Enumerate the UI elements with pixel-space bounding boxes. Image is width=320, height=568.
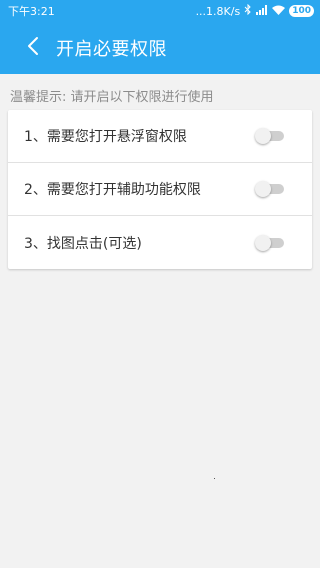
permission-label: 1、需要您打开悬浮窗权限: [24, 129, 187, 145]
stray-dot: [214, 478, 215, 479]
permission-row-find-image[interactable]: 3、找图点击(可选): [8, 216, 312, 269]
accessibility-permission-toggle[interactable]: [255, 181, 284, 197]
permission-row-overlay[interactable]: 1、需要您打开悬浮窗权限: [8, 110, 312, 163]
wifi-icon: [272, 5, 286, 18]
app-bar: 开启必要权限: [0, 22, 320, 74]
status-icons: ...1.8K/s 100: [195, 3, 314, 18]
status-time: 下午3:21: [8, 5, 55, 18]
toggle-knob: [255, 128, 271, 144]
app-screen: 下午3:21 ...1.8K/s 100 开启必要权限 温馨提示: 请开启以下权…: [0, 0, 320, 568]
back-button[interactable]: [18, 33, 48, 63]
permission-label: 2、需要您打开辅助功能权限: [24, 182, 201, 198]
battery-indicator: 100: [289, 5, 314, 17]
bluetooth-icon: [244, 3, 252, 18]
toggle-knob: [255, 234, 271, 251]
status-bar: 下午3:21 ...1.8K/s 100: [0, 0, 320, 22]
chevron-left-icon: [27, 36, 39, 60]
overlay-permission-toggle[interactable]: [255, 128, 284, 144]
network-speed: ...1.8K/s: [195, 4, 241, 18]
hint-text: 温馨提示: 请开启以下权限进行使用: [10, 90, 214, 105]
permissions-card: 1、需要您打开悬浮窗权限 2、需要您打开辅助功能权限 3、找图点击(可选): [8, 110, 312, 269]
find-image-click-toggle[interactable]: [255, 234, 284, 251]
toggle-knob: [255, 181, 271, 197]
permission-label: 3、找图点击(可选): [24, 235, 142, 252]
page-title: 开启必要权限: [56, 39, 167, 60]
signal-icon: [256, 4, 268, 18]
permission-row-accessibility[interactable]: 2、需要您打开辅助功能权限: [8, 163, 312, 216]
